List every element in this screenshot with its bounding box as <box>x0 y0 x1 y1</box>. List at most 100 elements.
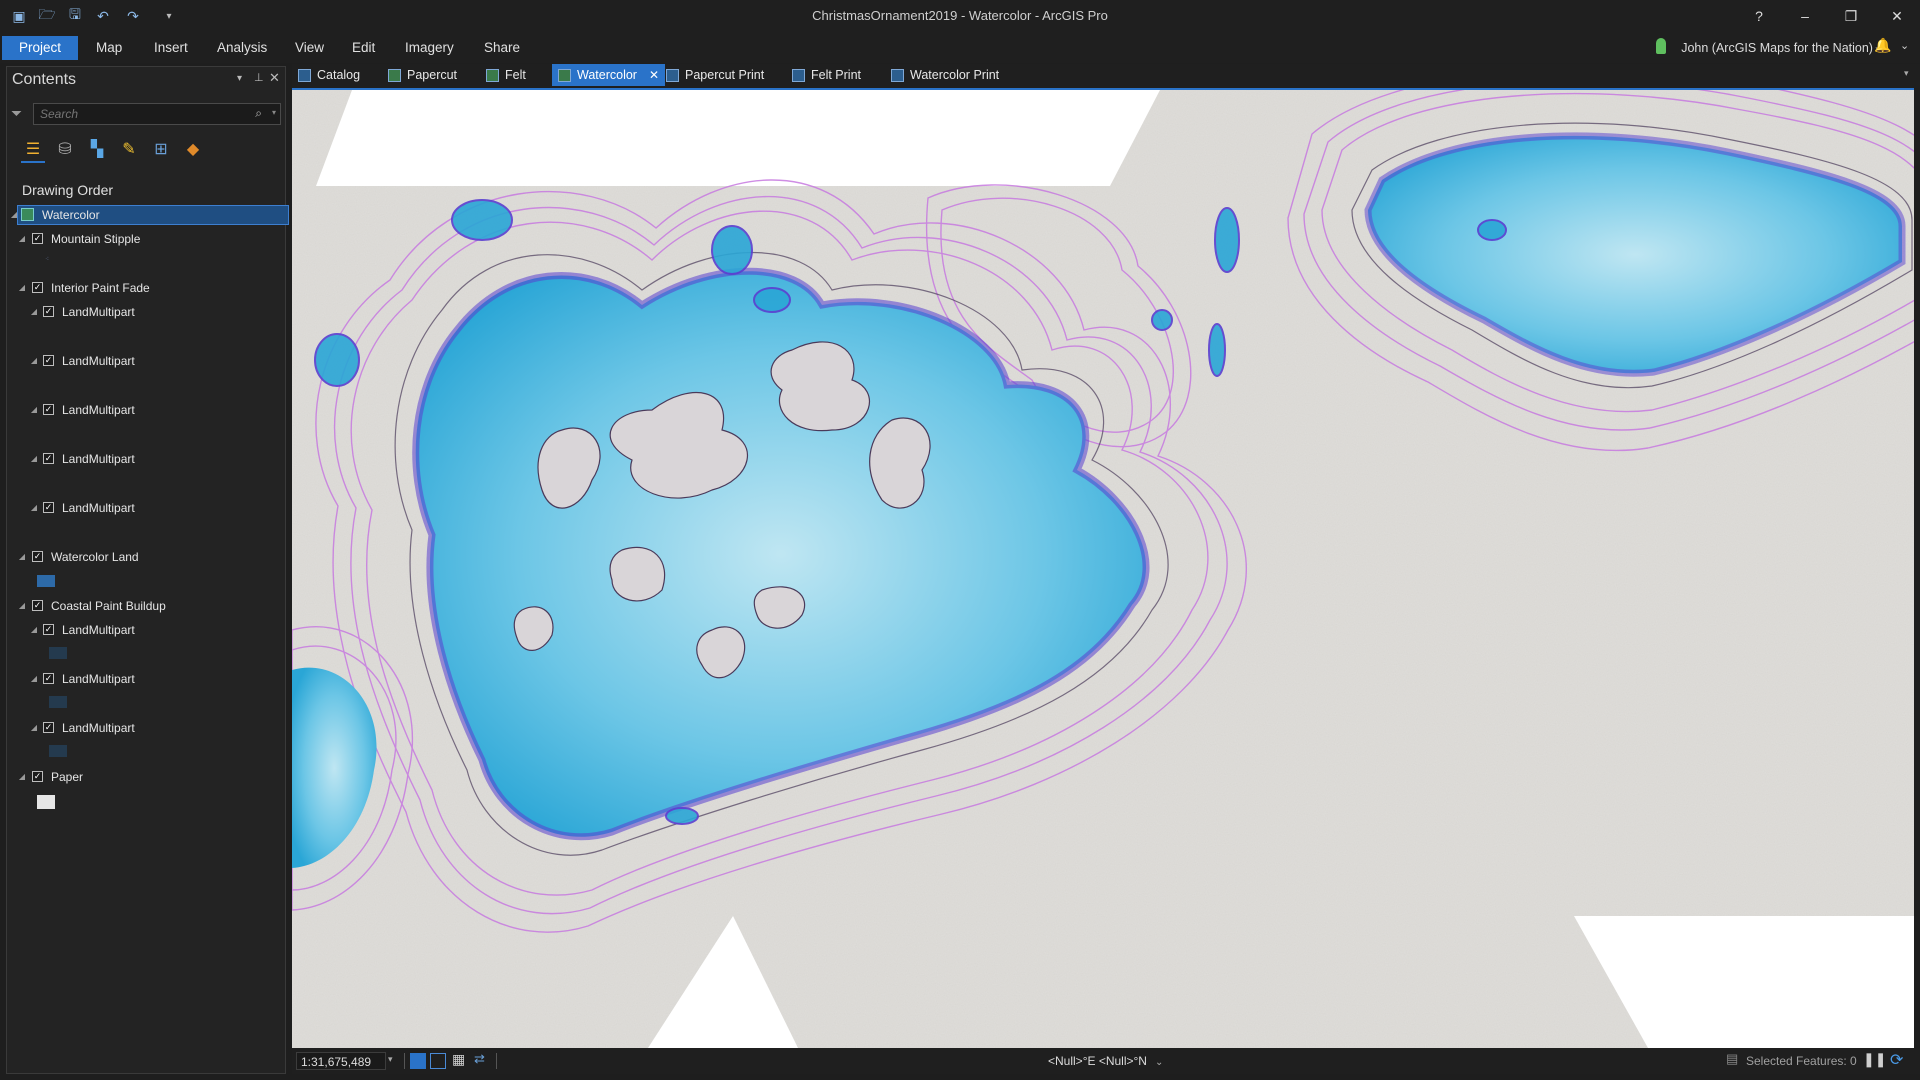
layer-checkbox[interactable]: ✓ <box>43 673 54 684</box>
pin-icon[interactable]: ⊥ <box>254 71 264 84</box>
tab-papercut-print[interactable]: Papercut Print <box>660 64 770 86</box>
expand-icon[interactable]: ◢ <box>17 278 27 298</box>
restore-button[interactable]: ❐ <box>1828 0 1874 32</box>
expand-icon[interactable]: ◢ <box>29 620 39 640</box>
tab-watercolor[interactable]: Watercolor ✕ <box>552 64 666 86</box>
refresh-icon[interactable]: ⟳ <box>1890 1050 1903 1070</box>
tab-watercolor-print[interactable]: Watercolor Print <box>885 64 1005 86</box>
user-name: John (ArcGIS Maps for the Nation) <box>1681 41 1873 55</box>
pane-options-icon[interactable]: ▾ <box>237 73 242 84</box>
fixed-zoom-icon[interactable] <box>410 1053 426 1069</box>
tab-felt-print[interactable]: Felt Print <box>786 64 867 86</box>
layer-checkbox[interactable]: ✓ <box>32 551 43 562</box>
tab-label: Papercut Print <box>685 68 765 82</box>
user-account-menu[interactable]: John (ArcGIS Maps for the Nation) ▾ <box>1681 37 1880 59</box>
layer-checkbox[interactable]: ✓ <box>32 771 43 782</box>
title-bar: ▣ 🗁 🖫 ↶ ↷ ▾ ChristmasOrnament2019 - Wate… <box>0 0 1920 32</box>
close-button[interactable]: ✕ <box>1874 0 1920 32</box>
list-by-data-source-icon[interactable]: ⛁ <box>53 137 77 161</box>
layer-row-mountain-stipple[interactable]: ◢ ✓ Mountain Stipple <box>7 229 283 249</box>
layer-checkbox[interactable]: ✓ <box>43 306 54 317</box>
tab-catalog[interactable]: Catalog <box>292 64 366 86</box>
layer-row-paper[interactable]: ◢ ✓ Paper <box>7 767 283 787</box>
minimize-button[interactable]: – <box>1782 0 1828 32</box>
map-icon <box>486 68 499 82</box>
layer-checkbox[interactable]: ✓ <box>32 600 43 611</box>
layer-row-landmultipart[interactable]: ◢ ✓ LandMultipart <box>7 669 283 689</box>
search-icon[interactable]: ⌕ <box>255 106 262 121</box>
ribbon-collapse-icon[interactable]: ⌄ <box>1900 39 1909 52</box>
tab-view[interactable]: View <box>283 36 336 60</box>
expand-icon[interactable]: ◢ <box>17 596 27 616</box>
help-button[interactable]: ? <box>1736 0 1782 32</box>
pause-drawing-icon[interactable]: ❚❚ <box>1863 1051 1886 1068</box>
tab-imagery[interactable]: Imagery <box>393 36 466 60</box>
map-view[interactable] <box>292 88 1914 1048</box>
tab-papercut[interactable]: Papercut <box>382 64 463 86</box>
expand-icon[interactable]: ◢ <box>29 669 39 689</box>
list-by-labeling-icon[interactable]: ◆ <box>181 137 205 161</box>
tab-felt[interactable]: Felt <box>480 64 532 86</box>
layer-row-landmultipart[interactable]: ◢ ✓ LandMultipart <box>7 620 283 640</box>
grid-toggle-icon[interactable] <box>430 1053 446 1069</box>
layer-label: LandMultipart <box>62 623 135 637</box>
map-icon <box>558 68 571 82</box>
list-by-editing-icon[interactable]: ✎ <box>117 137 141 161</box>
layer-row-landmultipart[interactable]: ◢ ✓ LandMultipart <box>7 302 283 322</box>
layer-checkbox[interactable]: ✓ <box>43 502 54 513</box>
layer-checkbox[interactable]: ✓ <box>43 453 54 464</box>
tab-project[interactable]: Project <box>2 36 78 60</box>
expand-icon[interactable]: ◢ <box>29 449 39 469</box>
tab-insert[interactable]: Insert <box>142 36 200 60</box>
layer-row-watercolor[interactable]: ◢ Watercolor <box>7 205 289 225</box>
list-by-snapping-icon[interactable]: ⊞ <box>149 137 173 161</box>
layer-row-coastal-paint-buildup[interactable]: ◢ ✓ Coastal Paint Buildup <box>7 596 283 616</box>
layer-row-watercolor-land[interactable]: ◢ ✓ Watercolor Land <box>7 547 283 567</box>
tab-analysis[interactable]: Analysis <box>205 36 279 60</box>
layer-checkbox[interactable]: ✓ <box>32 233 43 244</box>
tab-edit[interactable]: Edit <box>340 36 387 60</box>
tab-map[interactable]: Map <box>84 36 134 60</box>
scale-dropdown-icon[interactable]: ▾ <box>388 1054 393 1065</box>
filter-icon[interactable]: ⏷ <box>11 105 22 122</box>
list-by-selection-icon[interactable]: ▚ <box>85 137 109 161</box>
layer-row-landmultipart[interactable]: ◢ ✓ LandMultipart <box>7 400 283 420</box>
expand-icon[interactable]: ◢ <box>29 400 39 420</box>
layer-row-landmultipart[interactable]: ◢ ✓ LandMultipart <box>7 498 283 518</box>
expand-icon[interactable]: ◢ <box>17 547 27 567</box>
layer-row-landmultipart[interactable]: ◢ ✓ LandMultipart <box>7 351 283 371</box>
layer-label: Coastal Paint Buildup <box>51 599 166 613</box>
coordinate-readout[interactable]: <Null>°E <Null>°N ⌄ <box>1048 1048 1163 1074</box>
layer-checkbox[interactable]: ✓ <box>43 722 54 733</box>
layer-checkbox[interactable]: ✓ <box>32 282 43 293</box>
layer-row-interior-paint-fade[interactable]: ◢ ✓ Interior Paint Fade <box>7 278 283 298</box>
expand-icon[interactable]: ◢ <box>29 498 39 518</box>
layer-checkbox[interactable]: ✓ <box>43 355 54 366</box>
list-by-drawing-order-icon[interactable]: ☰ <box>21 137 45 163</box>
layer-row-landmultipart[interactable]: ◢ ✓ LandMultipart <box>7 718 283 738</box>
layer-checkbox[interactable]: ✓ <box>43 624 54 635</box>
layer-row-landmultipart[interactable]: ◢ ✓ LandMultipart <box>7 449 283 469</box>
scale-selector[interactable]: 1:31,675,489 <box>296 1052 386 1070</box>
pane-close-icon[interactable]: ✕ <box>269 70 280 86</box>
close-tab-icon[interactable]: ✕ <box>649 64 659 86</box>
map-view-tabs: Catalog Papercut Felt Watercolor ✕ Paperc… <box>292 64 1920 88</box>
search-input[interactable] <box>34 104 246 124</box>
tab-label: Felt Print <box>811 68 862 82</box>
layer-checkbox[interactable]: ✓ <box>43 404 54 415</box>
tab-list-dropdown-icon[interactable]: ▾ <box>1904 68 1909 79</box>
table-icon[interactable]: ▦ <box>452 1051 465 1068</box>
search-options-icon[interactable]: ▾ <box>272 108 276 117</box>
coastal-symbol <box>49 647 67 659</box>
layer-label: LandMultipart <box>62 672 135 686</box>
coastal-symbol <box>49 745 67 757</box>
expand-icon[interactable]: ◢ <box>17 767 27 787</box>
expand-icon[interactable]: ◢ <box>29 302 39 322</box>
tab-share[interactable]: Share <box>472 36 532 60</box>
navigator-icon[interactable]: ⇄ <box>474 1051 485 1067</box>
expand-icon[interactable]: ◢ <box>17 229 27 249</box>
notifications-icon[interactable]: 🔔 <box>1874 37 1891 54</box>
expand-icon[interactable]: ◢ <box>29 718 39 738</box>
tab-label: Catalog <box>317 68 361 82</box>
expand-icon[interactable]: ◢ <box>29 351 39 371</box>
